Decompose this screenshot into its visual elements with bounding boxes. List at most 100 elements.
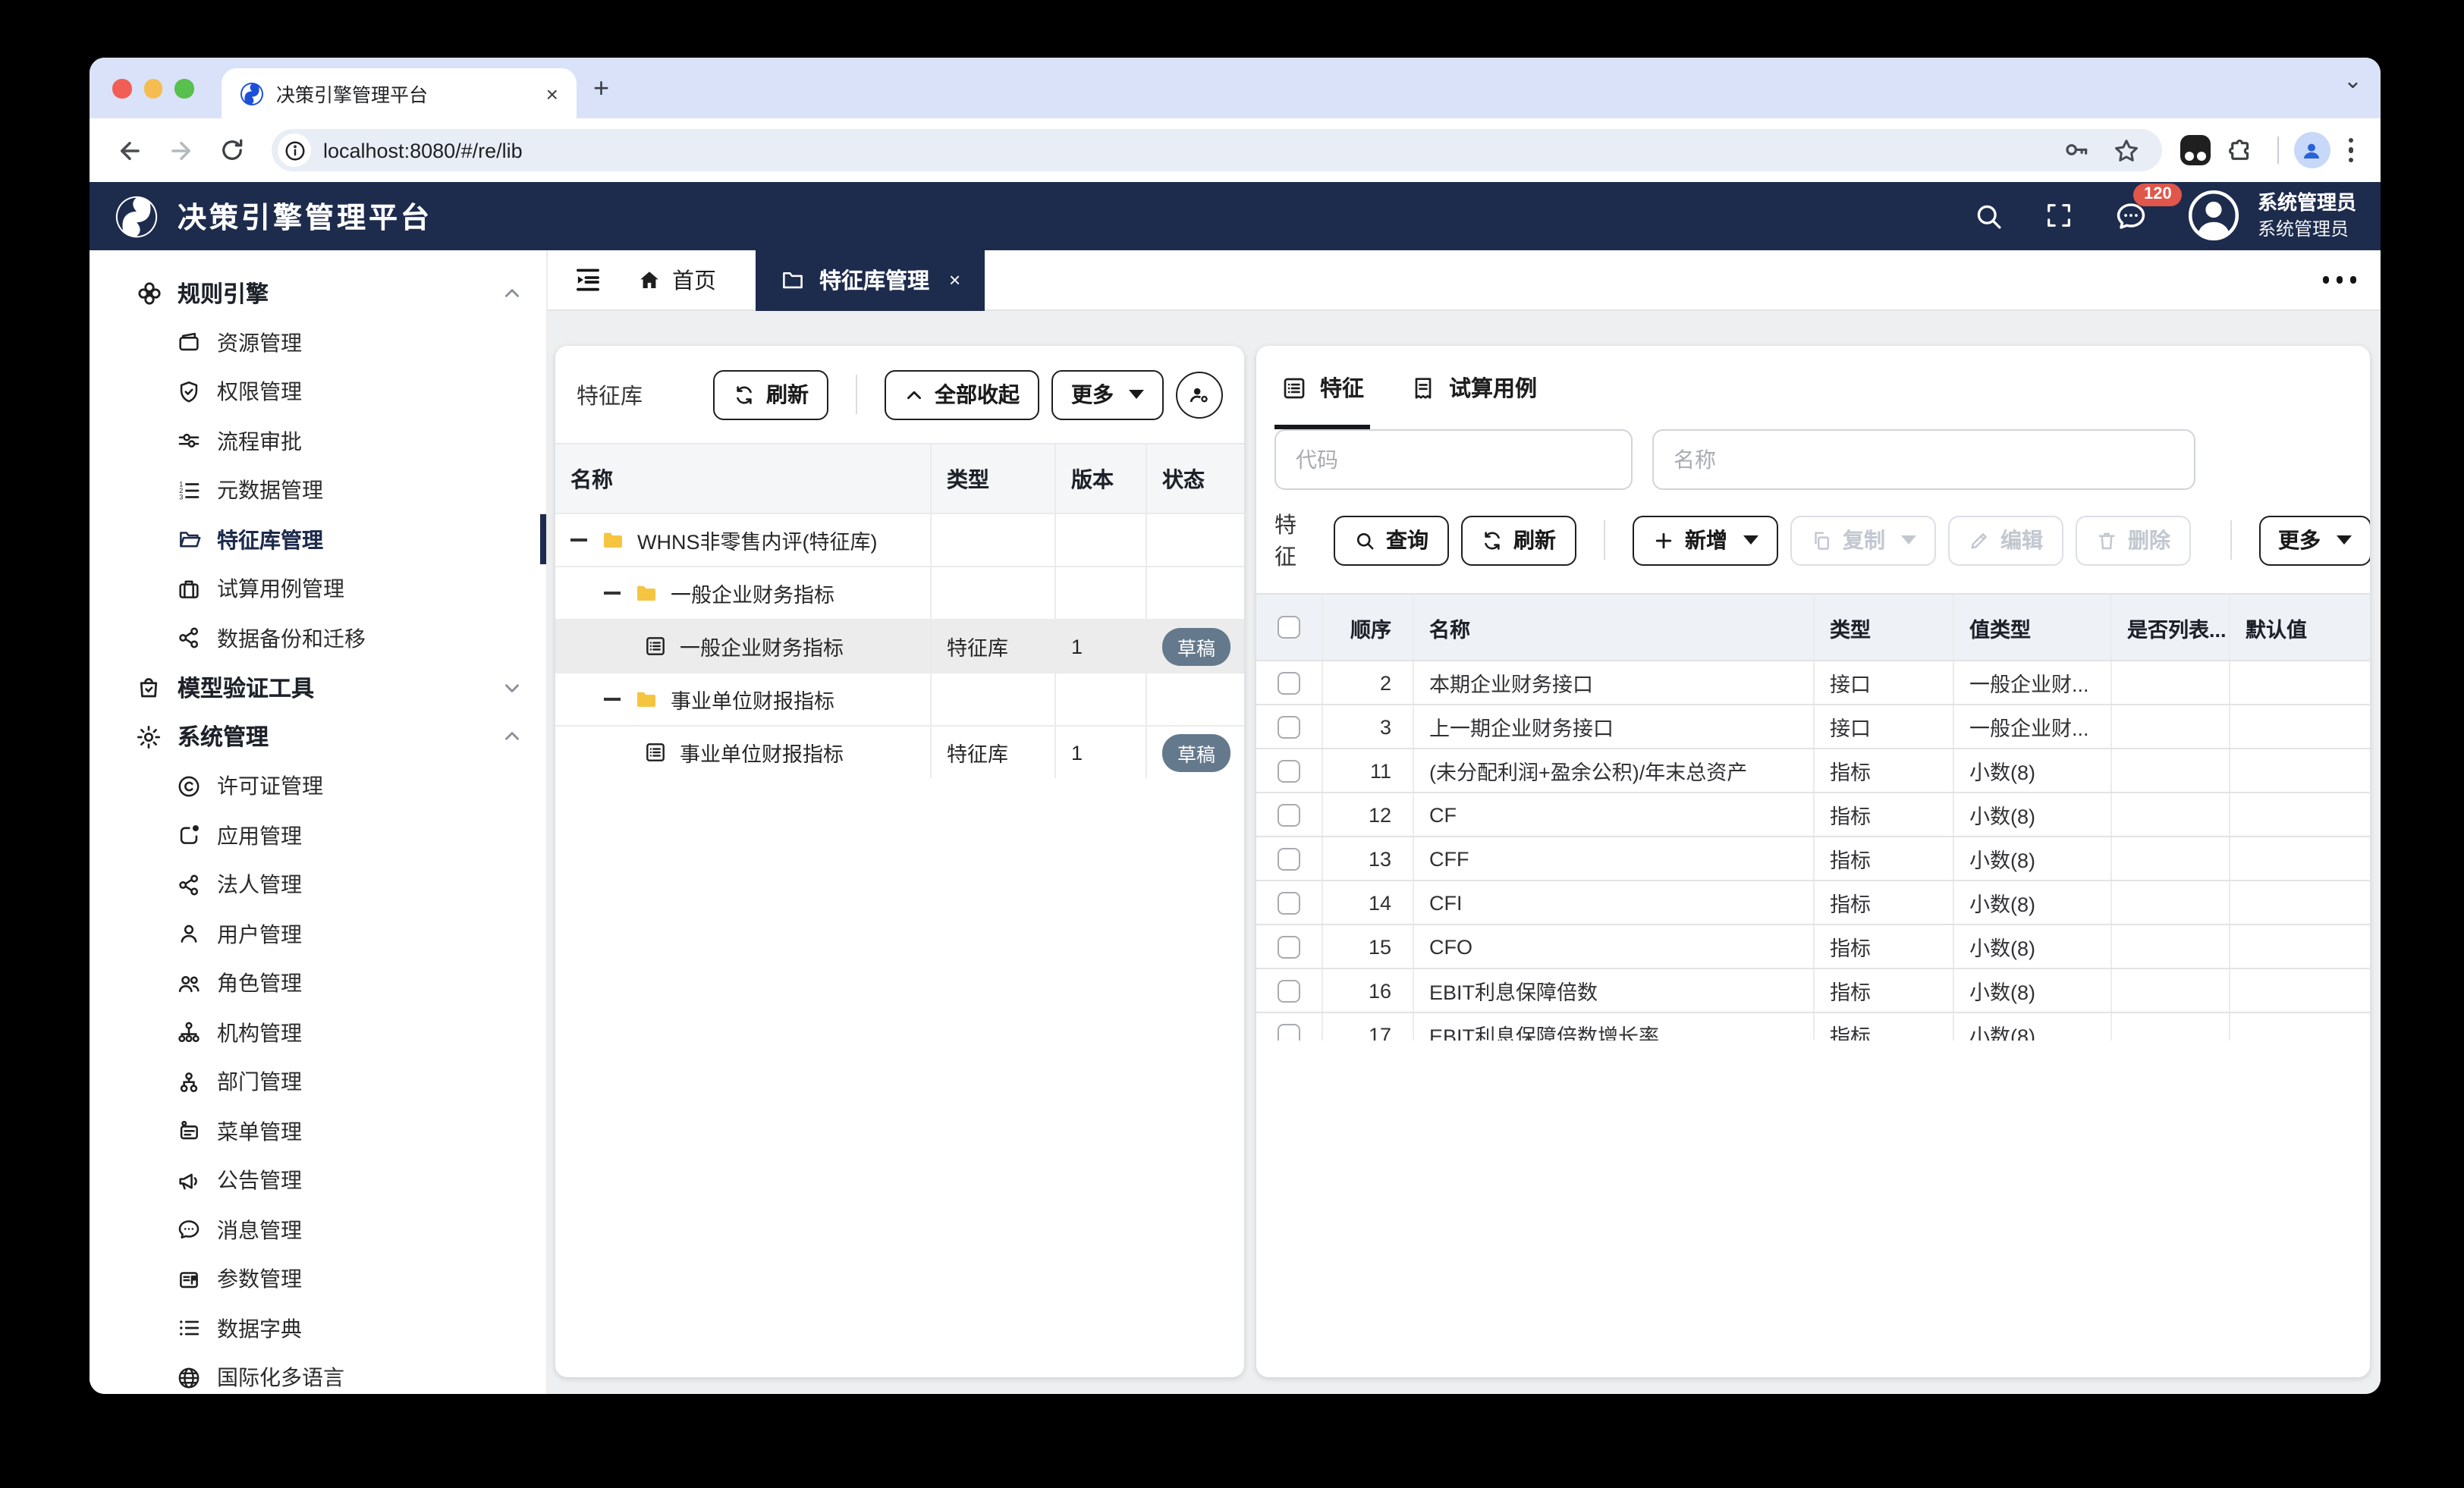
sidebar-item-feature-lib-mgmt[interactable]: 特征库管理	[90, 515, 546, 564]
collapse-toggle-icon[interactable]	[604, 592, 621, 595]
tree-refresh-button[interactable]: 刷新	[713, 369, 828, 419]
table-row[interactable]: 17 EBIT利息保障倍数增长率 指标 小数(8)	[1256, 1012, 2370, 1041]
refresh-button[interactable]: 刷新	[1460, 515, 1576, 565]
sidebar-item-metadata-mgmt[interactable]: 123 元数据管理	[90, 466, 546, 515]
table-row[interactable]: 3 上一期企业财务接口 接口 一般企业财...	[1256, 704, 2370, 748]
row-checkbox[interactable]	[1278, 847, 1300, 870]
sidebar-section-model-validation[interactable]: 模型验证工具	[90, 663, 546, 712]
tree-user-settings-button[interactable]	[1176, 371, 1223, 418]
sidebar-item-legal-entity-mgmt[interactable]: 法人管理	[90, 860, 546, 909]
tab-feature-lib-active[interactable]: 特征库管理 ×	[756, 250, 985, 310]
briefcase-icon	[162, 576, 214, 602]
sidebar-item-data-dictionary[interactable]: 数据字典	[90, 1304, 546, 1353]
tree-row[interactable]: WHNS非零售内评(特征库)	[555, 513, 1244, 566]
sidebar-item-app-mgmt[interactable]: 应用管理	[90, 811, 546, 860]
row-checkbox[interactable]	[1278, 935, 1300, 958]
sidebar-item-i18n[interactable]: 国际化多语言	[90, 1353, 546, 1394]
site-info-icon[interactable]	[278, 133, 311, 167]
reload-icon	[218, 137, 246, 164]
sidebar-item-permission-mgmt[interactable]: 权限管理	[90, 367, 546, 416]
row-checkbox[interactable]	[1278, 891, 1300, 914]
sidebar-item-data-backup[interactable]: 数据备份和迁移	[90, 614, 546, 663]
delete-button[interactable]: 删除	[2075, 515, 2190, 565]
forward-button[interactable]	[159, 129, 202, 171]
copy-icon	[1809, 529, 1832, 551]
extensions-puzzle-icon[interactable]	[2219, 129, 2261, 171]
feature-list-icon	[643, 740, 668, 764]
sidebar-item-department-mgmt[interactable]: 部门管理	[90, 1057, 546, 1107]
code-filter-input[interactable]	[1274, 429, 1633, 490]
sidebar-item-resource-mgmt[interactable]: 资源管理	[90, 318, 546, 367]
tree-row[interactable]: 事业单位财报指标	[555, 672, 1244, 725]
tab-home[interactable]: 首页	[637, 264, 716, 296]
sidebar-item-process-approval[interactable]: 流程审批	[90, 416, 546, 466]
app-logo-icon	[114, 193, 159, 239]
reload-button[interactable]	[211, 129, 253, 171]
new-tab-button[interactable]: +	[593, 73, 609, 103]
tab-trial-cases[interactable]: 试算用例	[1410, 346, 1537, 429]
row-checkbox[interactable]	[1278, 803, 1300, 826]
tab-more-button[interactable]	[2322, 276, 2356, 283]
table-row[interactable]: 13 CFF 指标 小数(8)	[1256, 836, 2370, 880]
row-checkbox[interactable]	[1278, 979, 1300, 1002]
sidebar-item-org-mgmt[interactable]: 机构管理	[90, 1008, 546, 1057]
table-row[interactable]: 2 本期企业财务接口 接口 一般企业财...	[1256, 660, 2370, 704]
browser-profile-avatar[interactable]	[2293, 132, 2330, 168]
row-checkbox[interactable]	[1278, 671, 1300, 694]
messages-button[interactable]: 120	[2114, 199, 2148, 234]
url-text[interactable]: localhost:8080/#/re/lib	[323, 139, 2049, 162]
tab-close-icon[interactable]: ×	[546, 81, 558, 105]
name-filter-input[interactable]	[1652, 429, 2195, 490]
table-row[interactable]: 15 CFO 指标 小数(8)	[1256, 924, 2370, 968]
address-bar[interactable]: localhost:8080/#/re/lib	[272, 129, 2161, 171]
sidebar-item-message-mgmt[interactable]: 消息管理	[90, 1205, 546, 1254]
user-info[interactable]: 系统管理员 系统管理员	[2258, 190, 2356, 243]
password-key-icon[interactable]	[2061, 136, 2090, 165]
table-row[interactable]: 14 CFI 指标 小数(8)	[1256, 880, 2370, 924]
sidebar-item-trial-case-mgmt[interactable]: 试算用例管理	[90, 564, 546, 614]
sidebar-item-parameter-mgmt[interactable]: 参数管理	[90, 1254, 546, 1304]
home-icon	[637, 268, 662, 292]
select-all-checkbox[interactable]	[1278, 616, 1300, 639]
close-window-button[interactable]	[112, 79, 131, 98]
sidebar-section-system-mgmt[interactable]: 系统管理	[90, 712, 546, 761]
browser-tab[interactable]: 决策引擎管理平台 ×	[222, 68, 577, 118]
browser-menu-button[interactable]	[2339, 138, 2362, 163]
back-button[interactable]	[108, 129, 150, 171]
row-checkbox[interactable]	[1278, 1023, 1300, 1041]
tab-close-icon[interactable]: ×	[949, 268, 960, 291]
minimize-window-button[interactable]	[143, 79, 162, 98]
collapse-toggle-icon[interactable]	[570, 538, 587, 542]
zoom-window-button[interactable]	[174, 79, 193, 98]
row-checkbox[interactable]	[1278, 759, 1300, 782]
collapse-toggle-icon[interactable]	[604, 698, 621, 701]
tree-more-button[interactable]: 更多	[1051, 369, 1164, 419]
tree-row[interactable]: 一般企业财务指标	[555, 566, 1244, 619]
tree-row[interactable]: 事业单位财报指标 特征库 1 草稿	[555, 725, 1244, 778]
sidebar-item-role-mgmt[interactable]: 角色管理	[90, 959, 546, 1008]
sidebar-item-menu-mgmt[interactable]: 菜单管理	[90, 1107, 546, 1156]
sidebar-item-license-mgmt[interactable]: 许可证管理	[90, 761, 546, 811]
copy-button[interactable]: 复制	[1790, 515, 1935, 565]
bookmark-star-icon[interactable]	[2111, 136, 2140, 165]
row-checkbox[interactable]	[1278, 715, 1300, 738]
feature-more-button[interactable]: 更多	[2258, 515, 2370, 565]
collapse-all-button[interactable]: 全部收起	[885, 369, 1039, 419]
edit-button[interactable]: 编辑	[1947, 515, 2063, 565]
add-button[interactable]: 新增	[1632, 515, 1777, 565]
header-search-button[interactable]	[1972, 200, 2004, 232]
sidebar-item-user-mgmt[interactable]: 用户管理	[90, 909, 546, 959]
tab-search-icon[interactable]: ⌄	[2343, 67, 2362, 94]
fullscreen-button[interactable]	[2044, 201, 2074, 231]
collapse-sidebar-button[interactable]	[572, 264, 604, 296]
query-button[interactable]: 查询	[1333, 515, 1448, 565]
sidebar-section-rule-engine[interactable]: 规则引擎	[90, 268, 546, 318]
table-row[interactable]: 16 EBIT利息保障倍数 指标 小数(8)	[1256, 968, 2370, 1012]
extension-icon[interactable]	[2180, 135, 2210, 165]
tree-row-selected[interactable]: 一般企业财务指标 特征库 1 草稿	[555, 619, 1244, 672]
user-avatar[interactable]	[2188, 190, 2239, 242]
tab-features[interactable]: 特征	[1281, 346, 1364, 429]
table-row[interactable]: 12 CF 指标 小数(8)	[1256, 792, 2370, 836]
table-row[interactable]: 11 (未分配利润+盈余公积)/年末总资产 指标 小数(8)	[1256, 748, 2370, 792]
sidebar-item-announcement-mgmt[interactable]: 公告管理	[90, 1156, 546, 1205]
